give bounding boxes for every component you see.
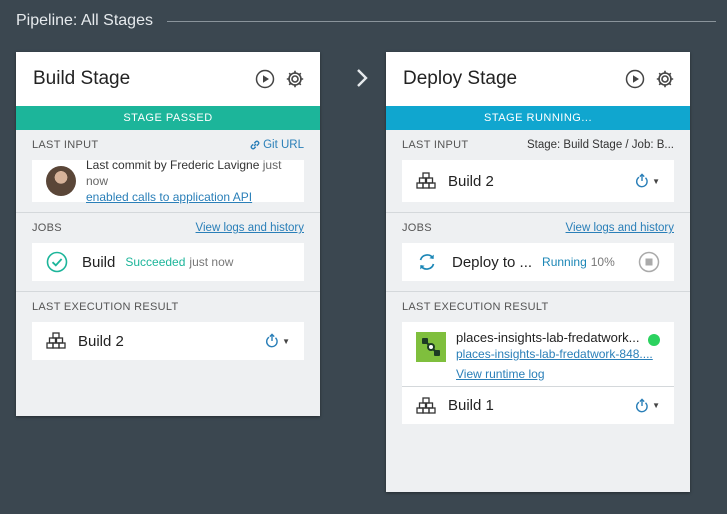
last-execution-heading: LAST EXECUTION RESULT — [402, 301, 549, 313]
execution-build-tile[interactable]: Build 2 ▼ — [32, 322, 304, 360]
redeploy-menu[interactable]: ▼ — [634, 173, 660, 189]
check-circle-icon — [46, 251, 68, 273]
last-execution-section: LAST EXECUTION RESULT Build 2 ▼ — [16, 291, 320, 360]
jobs-heading: JOBS — [402, 222, 432, 234]
last-input-section: LAST INPUT Stage: Build Stage / Job: B..… — [386, 130, 690, 202]
gear-icon[interactable] — [284, 68, 306, 90]
last-execution-heading: LAST EXECUTION RESULT — [32, 301, 179, 313]
pipeline-header: Pipeline: All Stages — [16, 10, 716, 32]
deploy-stage-header: Deploy Stage — [386, 52, 690, 106]
build-stage-title: Build Stage — [33, 68, 131, 89]
input-build-tile[interactable]: Build 2 ▼ — [402, 160, 674, 202]
app-status-indicator — [648, 334, 660, 346]
build-stack-icon — [46, 332, 66, 349]
job-name: Deploy to ... — [452, 253, 533, 271]
stage-status-banner: STAGE PASSED — [16, 106, 320, 130]
jobs-heading: JOBS — [32, 222, 62, 234]
git-url-label: Git URL — [263, 139, 304, 151]
last-input-section: LAST INPUT Git URL Last commit by Freder… — [16, 130, 320, 204]
last-commit-tile: Last commit by Frederic Lavigne just now… — [32, 158, 304, 204]
input-build-name: Build 2 — [448, 172, 494, 190]
app-logo-icon — [416, 332, 446, 362]
last-input-heading: LAST INPUT — [32, 139, 99, 151]
job-status: Succeeded — [125, 255, 186, 269]
stage-status-banner: STAGE RUNNING... — [386, 106, 690, 130]
redeploy-menu[interactable]: ▼ — [634, 397, 660, 414]
execution-build-name: Build 1 — [448, 397, 494, 414]
pipeline-title: Pipeline: All Stages — [16, 12, 153, 29]
redeploy-icon — [636, 397, 648, 412]
view-logs-link[interactable]: View logs and history — [566, 222, 674, 234]
chevron-right-icon — [357, 69, 368, 87]
app-name: places-insights-lab-fredatwork... — [456, 330, 640, 345]
app-tile: places-insights-lab-fredatwork... places… — [402, 322, 674, 386]
build-stack-icon — [416, 396, 436, 414]
redeploy-icon — [266, 333, 278, 348]
header-divider — [166, 20, 716, 22]
build-stack-icon — [416, 172, 436, 189]
play-icon[interactable] — [624, 68, 646, 90]
build-stage-card: Build Stage STAGE PASSED LAST INPUT Git … — [16, 52, 320, 416]
job-status: Running — [542, 255, 587, 269]
build-stage-header: Build Stage — [16, 52, 320, 106]
job-time: just now — [189, 255, 234, 269]
chevron-down-icon: ▼ — [652, 176, 660, 186]
last-execution-section: LAST EXECUTION RESULT places-insights-la… — [386, 291, 690, 424]
gear-icon[interactable] — [654, 68, 676, 90]
chevron-down-icon: ▼ — [282, 336, 290, 346]
avatar — [46, 166, 76, 196]
job-tile-build[interactable]: Build Succeeded just now — [32, 243, 304, 281]
view-logs-link[interactable]: View logs and history — [196, 222, 304, 234]
refresh-icon — [419, 254, 435, 270]
job-progress: 10% — [590, 255, 615, 269]
job-name: Build — [82, 253, 116, 271]
deploy-stage-card: Deploy Stage STAGE RUNNING... LAST INPUT… — [386, 52, 690, 492]
redeploy-icon — [636, 173, 648, 188]
link-icon — [250, 140, 260, 150]
input-source-meta: Stage: Build Stage / Job: B... — [526, 139, 674, 151]
jobs-section: JOBS View logs and history Build Succeed… — [16, 212, 320, 281]
redeploy-menu[interactable]: ▼ — [264, 333, 290, 349]
view-runtime-log-link[interactable]: View runtime log — [456, 367, 545, 381]
commit-author: Last commit by Frederic Lavigne — [86, 158, 260, 172]
commit-message-link[interactable]: enabled calls to application API — [86, 190, 252, 204]
play-icon[interactable] — [254, 68, 276, 90]
job-tile-deploy[interactable]: Deploy to ... Running 10% — [402, 243, 674, 281]
execution-build-tile[interactable]: Build 1 ▼ — [402, 386, 674, 424]
last-input-heading: LAST INPUT — [402, 139, 469, 151]
execution-build-name: Build 2 — [78, 332, 124, 350]
chevron-down-icon: ▼ — [652, 401, 660, 410]
stop-icon[interactable] — [638, 251, 660, 273]
deploy-stage-title: Deploy Stage — [403, 68, 518, 89]
git-url-link[interactable]: Git URL — [249, 139, 304, 151]
jobs-section: JOBS View logs and history Deploy to ...… — [386, 212, 690, 281]
app-url-link[interactable]: places-insights-lab-fredatwork-848.... — [456, 347, 662, 361]
